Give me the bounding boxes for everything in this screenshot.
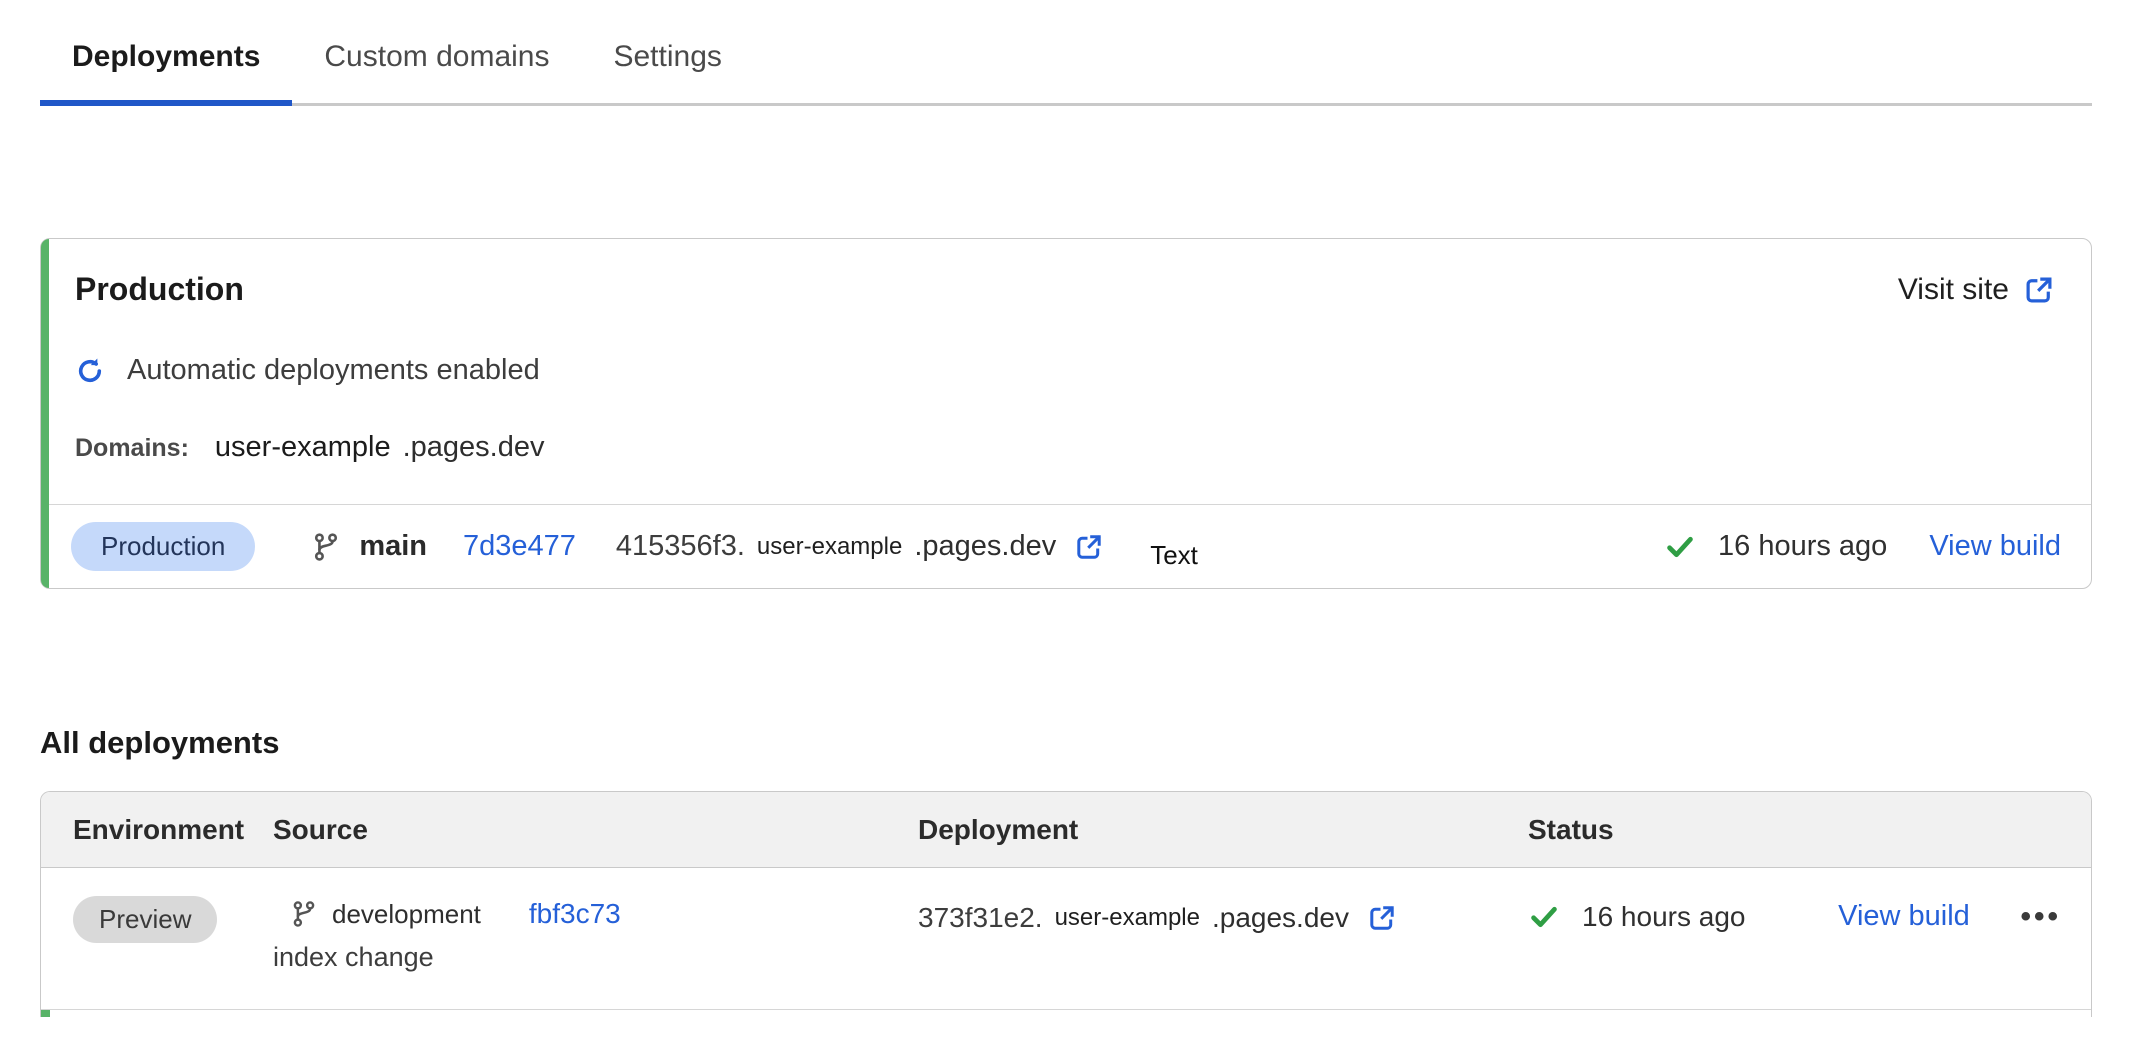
column-header-source: Source xyxy=(273,814,918,846)
view-build-link[interactable]: View build xyxy=(1838,900,1970,933)
auto-deployments-status: Automatic deployments enabled xyxy=(41,308,2091,387)
domain-suffix: .pages.dev xyxy=(403,431,545,464)
environment-badge: Preview xyxy=(73,896,217,943)
check-icon xyxy=(1664,531,1696,563)
column-header-deployment: Deployment xyxy=(918,814,1528,846)
deployments-page: Deployments Custom domains Settings Prod… xyxy=(0,26,2132,1017)
visit-site-label: Visit site xyxy=(1898,273,2009,307)
deployment-cell: 373f31e2. user-example .pages.dev xyxy=(918,868,1528,934)
deployment-domain: user-example xyxy=(1055,904,1200,932)
domains-label: Domains: xyxy=(75,434,189,463)
production-card-title: Production xyxy=(75,271,244,308)
tab-custom-domains[interactable]: Custom domains xyxy=(292,26,581,106)
next-row-partial-indicator xyxy=(41,1010,50,1017)
column-header-environment: Environment xyxy=(41,814,273,846)
git-branch-icon xyxy=(311,532,341,562)
environment-cell: Preview xyxy=(41,868,273,1009)
deployments-table: Environment Source Deployment Status Pre… xyxy=(40,791,2092,1017)
tab-settings[interactable]: Settings xyxy=(581,26,753,106)
deploy-time: 16 hours ago xyxy=(1582,901,1745,933)
external-link-icon xyxy=(2023,274,2055,306)
deploy-time: 16 hours ago xyxy=(1718,530,1887,563)
auto-deployments-text: Automatic deployments enabled xyxy=(127,354,540,387)
external-link-icon[interactable] xyxy=(1367,903,1397,933)
commit-link[interactable]: fbf3c73 xyxy=(529,898,621,930)
visit-site-link[interactable]: Visit site xyxy=(1898,273,2055,307)
external-link-icon[interactable] xyxy=(1074,532,1104,562)
refresh-icon xyxy=(75,356,105,386)
table-header-row: Environment Source Deployment Status xyxy=(41,792,2091,868)
deployment-domain: user-example xyxy=(757,533,902,561)
production-card-header: Production Visit site xyxy=(41,239,2091,308)
domain-name: user-example xyxy=(215,431,391,464)
deployment-id: 415356f3. xyxy=(616,530,745,563)
check-icon xyxy=(1528,901,1560,933)
more-menu-icon[interactable]: ••• xyxy=(2020,902,2061,932)
git-branch-icon xyxy=(290,900,318,928)
table-row: Preview development fbf3c73 xyxy=(41,868,2091,1010)
text-annotation: Text xyxy=(1150,540,1198,571)
domains-line: Domains: user-example .pages.dev xyxy=(41,387,2091,504)
commit-message: index change xyxy=(273,942,918,973)
deployment-suffix: .pages.dev xyxy=(1212,902,1349,934)
deployment-id: 373f31e2. xyxy=(918,902,1043,934)
deployment-suffix: .pages.dev xyxy=(914,530,1056,563)
tab-deployments[interactable]: Deployments xyxy=(40,26,292,106)
source-cell: development fbf3c73 index change xyxy=(273,868,918,1009)
production-card: Production Visit site Automa xyxy=(40,238,2092,589)
column-header-status: Status xyxy=(1528,814,2091,846)
status-cell: 16 hours ago View build ••• xyxy=(1528,868,2091,933)
view-build-link[interactable]: View build xyxy=(1929,530,2061,563)
tab-bar: Deployments Custom domains Settings xyxy=(40,26,2092,106)
commit-link[interactable]: 7d3e477 xyxy=(463,530,576,563)
branch-name: main xyxy=(359,530,427,563)
production-deployment-row: Production main 7d3e477 415356f3. user-e… xyxy=(41,504,2091,588)
environment-badge: Production xyxy=(71,522,255,571)
branch-name: development xyxy=(332,899,481,930)
all-deployments-title: All deployments xyxy=(40,725,2092,761)
production-row-status: 16 hours ago View build xyxy=(1664,530,2061,563)
